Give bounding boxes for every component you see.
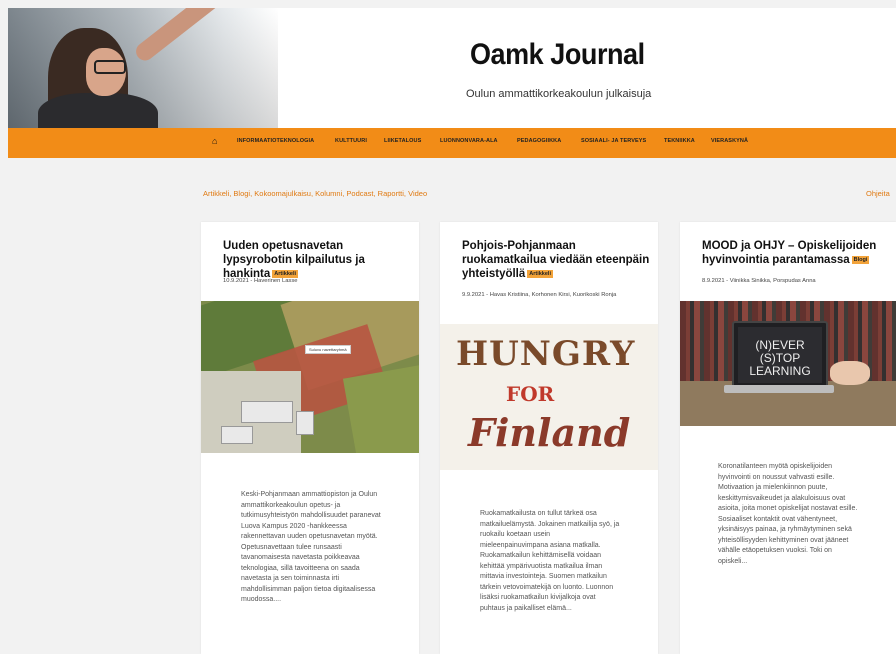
site-title[interactable]: Oamk Journal [470, 38, 645, 72]
laptop: (N)EVER (S)TOP LEARNING [732, 321, 828, 389]
hand [830, 361, 870, 385]
article-meta: 10.9.2021 - Haverinen Lasse [223, 278, 298, 284]
nav-item-vieraskyna[interactable]: VIERASKYNÄ [711, 138, 748, 144]
article-card[interactable]: MOOD ja OHJY – Opiskelijoiden hyvinvoint… [680, 222, 896, 654]
silo-building [296, 411, 314, 435]
site-subtitle: Oulun ammattikorkeakoulun julkaisuja [466, 88, 652, 100]
article-image[interactable]: Suluvu navettaryhmä [201, 301, 419, 453]
field-right [342, 364, 419, 453]
header-hero-image [8, 8, 278, 128]
article-title-text[interactable]: Pohjois-Pohjanmaan ruokamatkailua viedää… [462, 240, 649, 280]
article-card[interactable]: Uuden opetusnavetan lypsyrobotin kilpail… [201, 222, 419, 654]
image-label: Suluvu navettaryhmä [305, 345, 351, 354]
home-icon[interactable]: ⌂ [212, 137, 220, 146]
nav-item-informaatioteknologia[interactable]: INFORMAATIOTEKNOLOGIA [237, 138, 314, 144]
article-meta: 9.9.2021 - Havas Kristiina, Korhonen Kir… [462, 292, 617, 298]
nav-item-luonnonvara-ala[interactable]: LUONNONVARA-ALA [440, 138, 498, 144]
nav-item-sosiaali-ja-terveys[interactable]: SOSIAALI- JA TERVEYS [581, 138, 646, 144]
article-meta: 8.9.2021 - Viinikka Sinikka, Porspudas A… [702, 278, 816, 284]
article-title[interactable]: Uuden opetusnavetan lypsyrobotin kilpail… [223, 239, 413, 281]
image-word-hungry: HUNGRY [456, 334, 636, 374]
article-type-badge: Blogi [851, 255, 870, 264]
article-title-text[interactable]: MOOD ja OHJY – Opiskelijoiden hyvinvoint… [702, 240, 876, 266]
article-title[interactable]: Pohjois-Pohjanmaan ruokamatkailua viedää… [462, 239, 652, 281]
image-word-for: FOR [506, 382, 555, 406]
article-image[interactable]: HUNGRY FOR Finland [440, 324, 658, 470]
site-header: Oamk Journal Oulun ammattikorkeakoulun j… [8, 8, 896, 128]
nav-item-tekniikka[interactable]: TEKNIIKKA [664, 138, 695, 144]
nav-item-pedagogiikka[interactable]: PEDAGOGIIKKA [517, 138, 561, 144]
hero-person-body [38, 93, 158, 128]
nav-item-kulttuuri[interactable]: KULTTUURI [335, 138, 367, 144]
laptop-base [724, 385, 834, 393]
article-excerpt: Keski-Pohjanmaan ammattiopiston ja Oulun… [241, 491, 381, 603]
laptop-screen: (N)EVER (S)TOP LEARNING [738, 327, 822, 383]
image-word-finland: Finland [468, 410, 631, 455]
article-excerpt: Koronatilanteen myötä opiskelijoiden hyv… [718, 463, 858, 565]
shed-building [221, 426, 253, 444]
hero-person-glasses [94, 60, 126, 74]
article-type-badge: Artikkeli [527, 269, 553, 278]
article-card[interactable]: Pohjois-Pohjanmaan ruokamatkailua viedää… [440, 222, 658, 654]
category-links[interactable]: Artikkeli, Blogi, Kokoomajulkaisu, Kolum… [203, 189, 427, 198]
article-excerpt: Ruokamatkailusta on tullut tärkeä osa ma… [480, 510, 620, 612]
article-type-badge: Artikkeli [272, 269, 299, 278]
article-image[interactable]: (N)EVER (S)TOP LEARNING [680, 301, 896, 426]
nav-item-liiketalous[interactable]: LIIKETALOUS [384, 138, 421, 144]
main-navigation: ⌂ INFORMAATIOTEKNOLOGIA KULTTUURI LIIKET… [8, 128, 896, 158]
instructions-link[interactable]: Ohjeita [866, 189, 890, 198]
article-title[interactable]: MOOD ja OHJY – Opiskelijoiden hyvinvoint… [702, 239, 894, 267]
barn-building [241, 401, 293, 423]
